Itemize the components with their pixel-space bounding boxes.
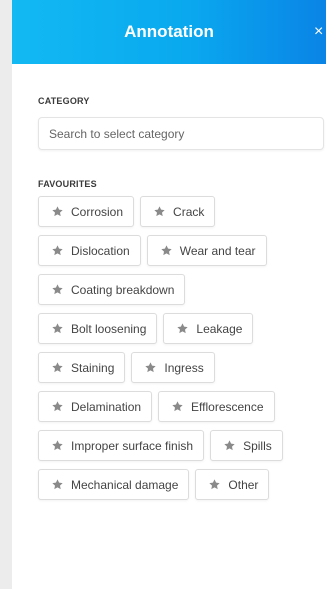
- category-search-input[interactable]: [38, 117, 324, 150]
- favourite-chip-label: Bolt loosening: [71, 321, 147, 336]
- favourite-chip[interactable]: Efflorescence: [158, 391, 275, 422]
- favourites-row: Mechanical damage Other: [38, 469, 324, 500]
- favourite-chip[interactable]: Crack: [140, 196, 216, 227]
- star-icon: [51, 439, 64, 452]
- star-icon: [171, 400, 184, 413]
- star-icon: [51, 478, 64, 491]
- star-icon: [223, 439, 236, 452]
- favourite-chip[interactable]: Ingress: [131, 352, 215, 383]
- annotation-panel: Annotation × CATEGORY FAVOURITES Corrosi…: [12, 0, 326, 589]
- favourite-chip[interactable]: Leakage: [163, 313, 254, 344]
- favourite-chip-label: Improper surface finish: [71, 438, 194, 453]
- panel-title: Annotation: [124, 22, 214, 41]
- favourite-chip[interactable]: Dislocation: [38, 235, 141, 266]
- favourite-chip[interactable]: Corrosion: [38, 196, 135, 227]
- favourites-row: Delamination Efflorescence: [38, 391, 324, 422]
- favourite-chip[interactable]: Spills: [210, 430, 283, 461]
- favourites-row: Corrosion Crack: [38, 196, 324, 227]
- star-icon: [51, 205, 64, 218]
- favourites-row: Bolt loosening Leakage: [38, 313, 324, 344]
- star-icon: [153, 205, 166, 218]
- star-icon: [51, 244, 64, 257]
- favourite-chip-label: Ingress: [164, 360, 204, 375]
- favourite-chip[interactable]: Staining: [38, 352, 126, 383]
- favourite-chip[interactable]: Improper surface finish: [38, 430, 205, 461]
- favourite-chip-label: Spills: [243, 438, 272, 453]
- favourites-row: Improper surface finish Spills: [38, 430, 324, 461]
- favourite-chip[interactable]: Delamination: [38, 391, 153, 422]
- favourite-chip-label: Wear and tear: [179, 243, 256, 258]
- favourite-chip-label: Dislocation: [71, 243, 130, 258]
- favourite-chip-label: Leakage: [196, 321, 243, 336]
- favourite-chip-label: Crack: [173, 204, 205, 219]
- star-icon: [160, 244, 173, 257]
- favourite-chip-label: Delamination: [71, 399, 142, 414]
- favourites-label: FAVOURITES: [38, 179, 97, 189]
- panel-header: Annotation ×: [12, 0, 326, 64]
- favourite-chip-label: Other: [228, 477, 259, 492]
- star-icon: [51, 283, 64, 296]
- favourite-chip-label: Mechanical damage: [71, 477, 179, 492]
- favourite-chip-label: Coating breakdown: [71, 282, 175, 297]
- favourites-row: Dislocation Wear and tear: [38, 235, 324, 266]
- favourites-row: Staining Ingress: [38, 352, 324, 383]
- favourite-chip[interactable]: Coating breakdown: [38, 274, 186, 305]
- favourite-chip[interactable]: Other: [195, 469, 270, 500]
- favourite-chip-label: Corrosion: [71, 204, 124, 219]
- favourite-chip[interactable]: Mechanical damage: [38, 469, 190, 500]
- star-icon: [51, 361, 64, 374]
- star-icon: [51, 400, 64, 413]
- favourite-chip-label: Efflorescence: [191, 399, 264, 414]
- favourite-chip-label: Staining: [71, 360, 115, 375]
- favourites-row: Coating breakdown: [38, 274, 324, 305]
- favourite-chip[interactable]: Bolt loosening: [38, 313, 158, 344]
- star-icon: [51, 322, 64, 335]
- star-icon: [144, 361, 157, 374]
- star-icon: [176, 322, 189, 335]
- favourites-list: Corrosion Crack Dislocation Wear and tear Co…: [38, 196, 324, 508]
- category-label: CATEGORY: [38, 96, 90, 106]
- star-icon: [208, 478, 221, 491]
- favourite-chip[interactable]: Wear and tear: [146, 235, 267, 266]
- close-icon[interactable]: ×: [314, 22, 326, 42]
